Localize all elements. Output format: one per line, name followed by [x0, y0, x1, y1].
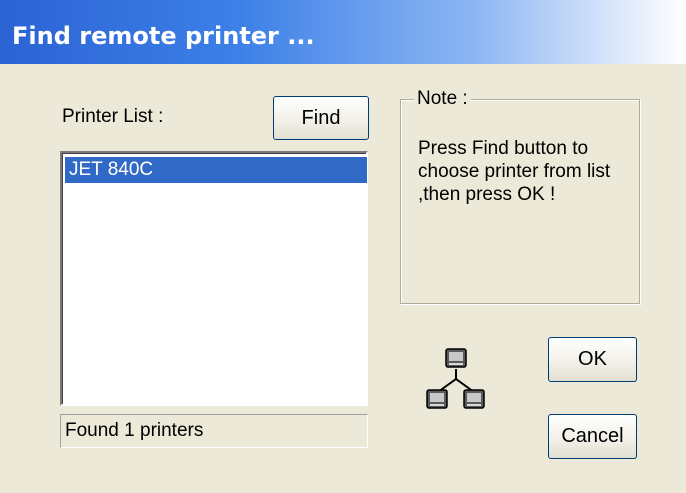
window-title: Find remote printer ... — [12, 22, 315, 50]
network-printers-icon — [420, 345, 492, 413]
list-item-printer[interactable]: JET 840C — [65, 157, 367, 183]
note-legend: Note : — [414, 88, 471, 110]
ok-button[interactable]: OK — [548, 337, 637, 382]
note-line: ,then press OK ! — [418, 184, 556, 205]
title-bar[interactable]: Find remote printer ... — [0, 0, 686, 64]
note-line: choose printer from list — [418, 161, 611, 182]
status-field: Found 1 printers — [60, 414, 368, 448]
find-button[interactable]: Find — [273, 96, 369, 140]
note-text: Press Find button to choose printer from… — [418, 137, 633, 206]
cancel-button[interactable]: Cancel — [548, 414, 637, 459]
printer-list-label: Printer List : — [62, 106, 164, 127]
printer-listbox[interactable]: JET 840C — [60, 151, 368, 406]
note-line: Press Find button to — [418, 138, 589, 159]
